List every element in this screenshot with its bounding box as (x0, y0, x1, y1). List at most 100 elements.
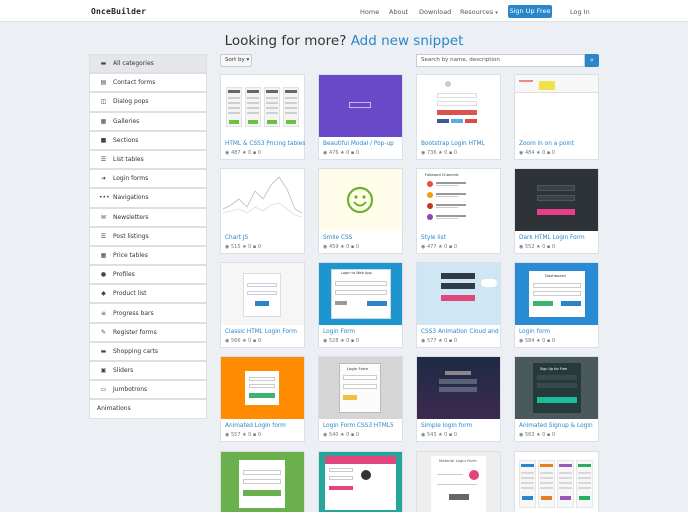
snippet-card[interactable]: Dashboard Login form ◉ 584 ★ 0 ▪ 0 (514, 262, 599, 348)
snippet-card[interactable]: Animated Login form ◉ 557 ★ 0 ▪ 0 (220, 356, 305, 442)
snippet-card[interactable]: Chart JS ◉ 515 ★ 0 ▪ 0 (220, 168, 305, 254)
snippet-title[interactable]: Login Form CSS3 HTML5 (323, 423, 394, 429)
list-avatar (427, 192, 433, 198)
sidebar-item-all-categories[interactable]: ▬ All categories (89, 54, 207, 74)
signup-button[interactable]: Sign Up Free (508, 5, 552, 18)
login-button (537, 209, 575, 215)
nav-resources[interactable]: Resources ▾ (460, 8, 498, 16)
snippet-thumbnail[interactable]: Sign Up for Free (515, 357, 598, 419)
snippet-thumbnail[interactable]: Dashboard (515, 263, 598, 325)
sidebar-item-login-forms[interactable]: ➜ Login forms (89, 169, 207, 189)
snippet-card[interactable]: Dark HTML Login Form ◉ 552 ★ 0 ▪ 0 (514, 168, 599, 254)
snippet-title[interactable]: Animated Signup & Login (519, 423, 593, 429)
snippet-card[interactable]: Smile CSS ◉ 459 ★ 0 ▪ 0 (318, 168, 403, 254)
snippet-thumbnail[interactable]: Material Login Form (417, 452, 500, 512)
sidebar-item-navigations[interactable]: ••• Navigations (89, 188, 207, 208)
snippet-title[interactable]: Dark HTML Login Form (519, 235, 585, 241)
snippet-thumbnail[interactable] (515, 452, 598, 512)
search-input[interactable]: Search by name, description (416, 54, 585, 67)
sidebar-item-profiles[interactable]: ● Profiles (89, 265, 207, 285)
sidebar-item-galleries[interactable]: ▦ Galleries (89, 111, 207, 131)
snippet-title[interactable]: Simple login form (421, 423, 472, 429)
sidebar-item-dialog-pops[interactable]: ◫ Dialog pops (89, 92, 207, 112)
snippet-thumbnail[interactable] (515, 75, 598, 137)
snippet-card[interactable] (318, 451, 403, 512)
sidebar-item-contact-forms[interactable]: ▤ Contact forms (89, 73, 207, 93)
login-link[interactable]: Log In (570, 8, 590, 16)
snippet-title[interactable]: CSS3 Animation Cloud and (421, 329, 499, 335)
price-feature (540, 477, 553, 479)
list-line (436, 204, 466, 206)
snippet-title[interactable]: Style list (421, 235, 446, 241)
snippet-thumbnail[interactable] (319, 75, 402, 137)
sidebar-item-sliders[interactable]: ▣ Sliders (89, 361, 207, 381)
price-feature (228, 102, 240, 104)
snippet-card[interactable]: CSS3 Animation Cloud and ◉ 577 ★ 0 ▪ 0 (416, 262, 501, 348)
snippet-title[interactable]: Login Form (323, 329, 355, 335)
zoom-frame (515, 75, 598, 93)
snippet-thumbnail[interactable] (221, 75, 304, 137)
snippet-card[interactable]: HTML & CSS3 Pricing tables ◉ 487 ★ 0 ▪ 0 (220, 74, 305, 160)
snippet-thumbnail[interactable] (221, 169, 304, 231)
snippet-title[interactable]: Bootstrap Login HTML (421, 141, 485, 147)
snippet-card[interactable]: Followed Channels Style list ◉ 477 ★ 0 ▪ 0 (416, 168, 501, 254)
snippet-thumbnail[interactable] (221, 263, 304, 325)
snippet-title[interactable]: Animated Login form (225, 423, 286, 429)
snippet-thumbnail[interactable] (221, 452, 304, 512)
snippet-card[interactable]: Simple login form ◉ 543 ★ 0 ▪ 0 (416, 356, 501, 442)
input-field (335, 281, 387, 286)
sidebar-item-sections[interactable]: ■ Sections (89, 130, 207, 150)
price-button (286, 120, 296, 124)
sidebar-item-price-tables[interactable]: ▦ Price tables (89, 245, 207, 266)
sidebar-item-product-list[interactable]: ◆ Product list (89, 284, 207, 304)
snippet-thumbnail[interactable]: Login Form (319, 357, 402, 419)
snippet-thumbnail[interactable]: Login to Web App (319, 263, 402, 325)
snippet-card[interactable]: Login Form Login Form CSS3 HTML5 ◉ 540 ★ 0… (318, 356, 403, 442)
sidebar-item-jumbotrons[interactable]: ▭ Jumbotrons (89, 380, 207, 400)
snippet-card[interactable] (220, 451, 305, 512)
snippet-stats: ◉ 515 ★ 0 ▪ 0 (225, 244, 261, 250)
sidebar-item-post-listings[interactable]: ☰ Post listings (89, 226, 207, 246)
snippet-card[interactable]: Bootstrap Login HTML ◉ 736 ★ 0 ▪ 0 (416, 74, 501, 160)
snippet-thumbnail[interactable] (319, 169, 402, 231)
login-button (533, 301, 553, 306)
snippet-card[interactable]: Beautiful Modal / Pop-up ◉ 476 ★ 0 ▪ 0 (318, 74, 403, 160)
search-button[interactable]: ⌕ (585, 54, 599, 67)
snippet-title[interactable]: Zoom in on a point (519, 141, 574, 147)
sidebar-item-shopping-carts[interactable]: ▬ Shopping carts (89, 341, 207, 361)
list-avatar (427, 181, 433, 187)
snippet-card[interactable]: Login to Web App Login Form ◉ 528 ★ 0 ▪ 0 (318, 262, 403, 348)
snippet-thumbnail[interactable] (221, 357, 304, 419)
snippet-title[interactable]: HTML & CSS3 Pricing tables (225, 141, 305, 147)
sidebar-item-progress-bars[interactable]: ≡ Progress bars (89, 303, 207, 323)
nav-about[interactable]: About (389, 8, 408, 16)
snippet-thumbnail[interactable] (417, 357, 500, 419)
snippet-thumbnail[interactable]: Followed Channels (417, 169, 500, 231)
sidebar-item-newsletters[interactable]: ✉ Newsletters (89, 207, 207, 227)
add-snippet-link[interactable]: Add new snippet (351, 33, 464, 49)
snippet-thumbnail[interactable] (319, 452, 402, 512)
sort-by-dropdown[interactable]: Sort by ▾ (220, 54, 252, 67)
snippet-card[interactable] (514, 451, 599, 512)
snippet-title[interactable]: Chart JS (225, 235, 248, 241)
snippet-title[interactable]: Login form (519, 329, 550, 335)
snippet-card[interactable]: Material Login Form (416, 451, 501, 512)
snippet-stats: ◉ 577 ★ 0 ▪ 0 (421, 338, 457, 344)
price-feature (228, 112, 240, 114)
sidebar-item-animations[interactable]: Animations (89, 399, 207, 419)
snippet-title[interactable]: Classic HTML Login Form (225, 329, 297, 335)
snippet-thumbnail[interactable] (515, 169, 598, 231)
headline-text: Looking for more? (224, 33, 347, 49)
snippet-title[interactable]: Smile CSS (323, 235, 352, 241)
nav-download[interactable]: Download (419, 8, 451, 16)
snippet-thumbnail[interactable] (417, 75, 500, 137)
snippet-card[interactable]: Sign Up for Free Animated Signup & Login ◉… (514, 356, 599, 442)
nav-home[interactable]: Home (360, 8, 379, 16)
snippet-title[interactable]: Beautiful Modal / Pop-up (323, 141, 394, 147)
sidebar-item-list-tables[interactable]: ☰ List tables (89, 149, 207, 170)
snippet-thumbnail[interactable] (417, 263, 500, 325)
snippet-card[interactable]: Zoom in on a point ◉ 484 ★ 0 ▪ 0 (514, 74, 599, 160)
logo[interactable]: OnceBuilder (91, 7, 146, 16)
sidebar-item-register-forms[interactable]: ✎ Register forms (89, 322, 207, 342)
snippet-card[interactable]: Classic HTML Login Form ◉ 566 ★ 0 ▪ 0 (220, 262, 305, 348)
